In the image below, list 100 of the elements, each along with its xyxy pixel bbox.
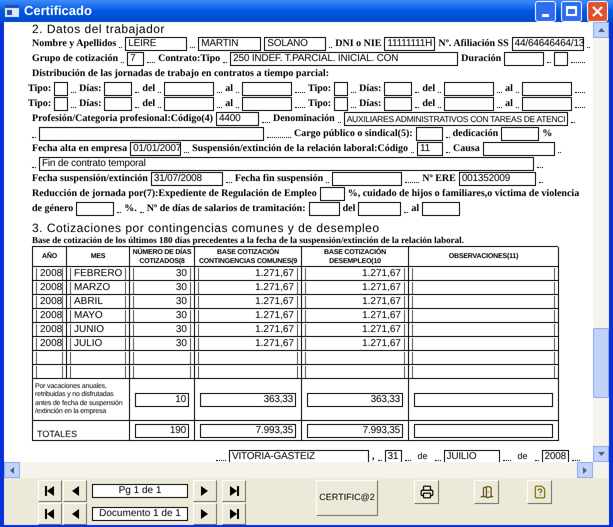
input-field[interactable] [358,202,402,216]
table-cell[interactable]: ABRIL [70,296,126,308]
table-cell[interactable]: 2008 [36,268,63,280]
input-field[interactable] [104,82,132,96]
table-cell[interactable] [133,352,191,364]
input-field[interactable] [384,82,412,96]
input-field[interactable] [76,202,114,216]
horizontal-scrollbar[interactable] [4,462,609,478]
input-field[interactable] [384,96,412,110]
table-cell[interactable]: 30 [133,268,191,280]
table-cell[interactable]: MAYO [70,310,126,322]
previous-button[interactable] [63,480,87,502]
table-cell[interactable]: 1.271,67 [198,310,298,322]
previous-button[interactable] [63,503,87,525]
next-button[interactable] [193,480,217,502]
close-button[interactable] [587,0,608,22]
table-cell[interactable]: 30 [133,282,191,294]
input-field[interactable]: 001352009 [458,172,536,186]
input-field[interactable] [416,126,443,140]
input-field[interactable] [482,142,555,156]
input-field[interactable]: 4400 [216,112,260,126]
table-cell[interactable] [412,366,555,378]
last-button[interactable] [222,480,246,502]
input-field[interactable]: 190 [135,424,189,438]
input-field[interactable] [444,82,494,96]
input-field[interactable] [54,96,68,110]
minimize-button[interactable] [535,0,556,22]
table-cell[interactable] [70,352,126,364]
table-cell[interactable]: FEBRERO [70,268,126,280]
input-field[interactable] [242,96,292,110]
input-field[interactable] [522,82,572,96]
table-cell[interactable] [412,338,555,350]
table-cell[interactable] [198,352,298,364]
maximize-button[interactable] [561,0,582,22]
input-field[interactable] [332,172,402,186]
table-cell[interactable]: 1.271,67 [198,282,298,294]
scroll-down-button[interactable] [593,446,609,462]
input-field[interactable] [164,82,214,96]
table-cell[interactable]: 2008 [36,282,63,294]
table-cell[interactable] [198,366,298,378]
input-field[interactable]: 7.993,35 [200,424,296,438]
table-cell[interactable]: 30 [133,296,191,308]
table-cell[interactable]: 1.271,67 [305,296,405,308]
input-field[interactable]: 01/01/2007 [130,142,182,156]
table-cell[interactable] [133,366,191,378]
table-cell[interactable] [305,352,405,364]
input-field[interactable]: 7.993,35 [307,424,403,438]
input-field[interactable]: VITORIA-GASTEIZ [229,450,369,462]
input-field[interactable] [522,96,572,110]
table-cell[interactable]: 1.271,67 [198,338,298,350]
input-field[interactable] [320,186,345,200]
scroll-right-button[interactable] [577,462,593,478]
input-field[interactable] [504,52,544,66]
input-field[interactable] [164,96,214,110]
table-cell[interactable]: 1.271,67 [305,310,405,322]
first-button[interactable] [38,503,62,525]
input-field[interactable] [501,126,540,140]
table-cell[interactable] [305,366,405,378]
input-field[interactable]: LEIRE [125,36,188,50]
table-cell[interactable]: 1.271,67 [305,282,405,294]
input-field[interactable]: Fin de contrato temporal [39,156,534,170]
input-field[interactable] [444,96,494,110]
input-field[interactable]: 11 [417,142,444,156]
input-field[interactable] [334,82,348,96]
table-cell[interactable] [36,352,63,364]
input-field[interactable] [54,82,68,96]
input-field[interactable]: 2008 [542,450,569,462]
input-field[interactable] [104,96,132,110]
table-cell[interactable]: 1.271,67 [305,324,405,336]
table-cell[interactable] [412,324,555,336]
input-field[interactable]: SOLANO [264,36,326,50]
input-field[interactable]: 31 [384,450,402,462]
input-field[interactable]: 250 INDEF. T.PARCIAL. INICIAL. CON [230,52,458,66]
first-button[interactable] [38,480,62,502]
table-cell[interactable]: 2008 [36,296,63,308]
table-cell[interactable] [36,366,63,378]
table-cell[interactable] [412,268,555,280]
input-field[interactable] [242,82,292,96]
input-field[interactable]: 31/07/2008 [150,172,223,186]
input-field[interactable]: JUILIO [444,450,500,462]
certifica-button[interactable]: CERTIFIC@2 [316,480,378,516]
scroll-left-button[interactable] [4,462,20,478]
input-field[interactable]: AUXILIARES ADMINISTRATIVOS CON TAREAS DE ATENCI [344,112,568,126]
table-cell[interactable]: 1.271,67 [198,268,298,280]
input-field[interactable] [414,424,553,438]
exit-button[interactable] [474,480,499,504]
table-cell[interactable]: 30 [133,310,191,322]
vertical-scrollbar[interactable] [593,22,609,462]
table-cell[interactable] [70,366,126,378]
input-field[interactable]: 11111111H [384,36,436,50]
input-field[interactable]: 44/64646464/13 [512,36,584,50]
scroll-thumb[interactable] [593,328,609,398]
input-field[interactable]: 363,33 [200,392,296,406]
next-button[interactable] [193,503,217,525]
table-cell[interactable]: 2008 [36,310,63,322]
table-cell[interactable]: 1.271,67 [198,296,298,308]
input-field[interactable] [554,52,568,66]
input-field[interactable]: 363,33 [307,392,403,406]
table-cell[interactable]: 2008 [36,324,63,336]
input-field[interactable] [334,96,348,110]
